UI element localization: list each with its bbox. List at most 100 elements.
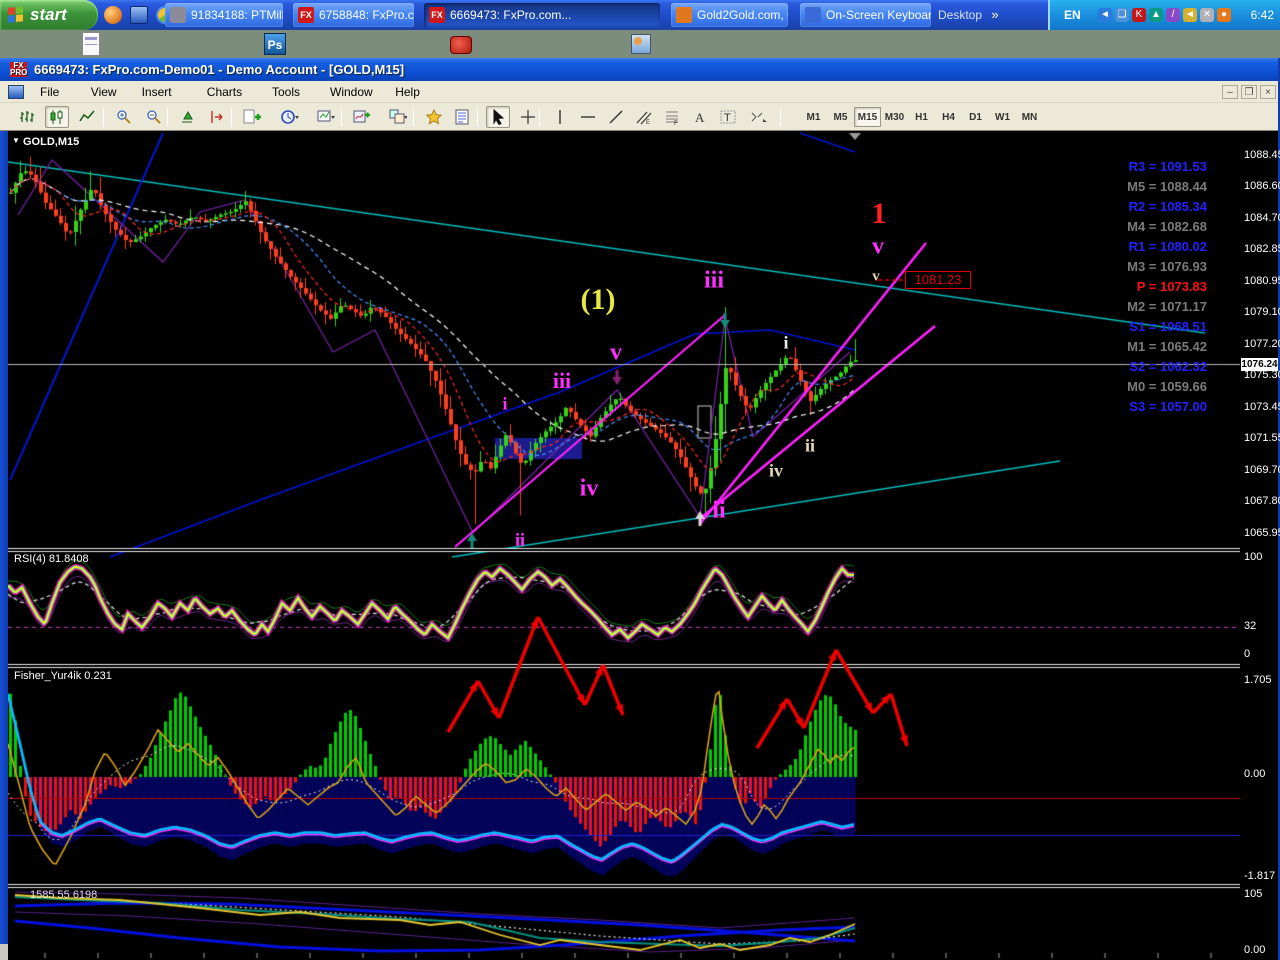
language-indicator[interactable]: EN (1064, 0, 1081, 30)
document-icon[interactable] (78, 32, 104, 58)
firewall-icon[interactable]: ● (1217, 8, 1231, 22)
wave-label-ii[interactable]: ii (515, 530, 525, 551)
antivirus-icon[interactable]: K (1132, 8, 1146, 22)
chevron-icon[interactable]: » (991, 7, 998, 22)
tv-icon[interactable] (448, 32, 474, 58)
vline-icon[interactable] (548, 106, 572, 128)
bottom-axis-tick: 0.00 (1244, 944, 1266, 956)
crosshair-icon[interactable] (516, 106, 540, 128)
taskbar-clock[interactable]: 6:42 (1251, 0, 1274, 30)
wave-label-ii[interactable]: ii (712, 498, 725, 525)
window-title-bar[interactable]: FX PRO 6669473: FxPro.com-Demo01 - Demo A… (0, 58, 1280, 136)
menu-file[interactable]: File (32, 81, 67, 103)
menu-view[interactable]: View (83, 81, 125, 103)
wave-label-i[interactable]: i (502, 394, 507, 415)
fibonacci-icon[interactable]: F (660, 106, 684, 128)
menu-help[interactable]: Help (387, 81, 428, 103)
wave-label-v[interactable]: v (872, 234, 884, 261)
label-icon[interactable]: T (716, 106, 740, 128)
wave-label-v[interactable]: v (872, 269, 880, 286)
indicators-icon[interactable] (350, 106, 374, 128)
mdi-restore-button[interactable]: ❐ (1241, 85, 1257, 99)
wave-label-ii[interactable]: ii (805, 436, 815, 457)
wave-label-iv[interactable]: iv (769, 461, 783, 482)
autoscroll-icon[interactable] (176, 106, 200, 128)
menu-insert[interactable]: Insert (134, 81, 180, 103)
price-tick: 1080.95 (1244, 275, 1280, 287)
menu-tools[interactable]: Tools (264, 81, 308, 103)
price-target-label[interactable]: 1081.23 (905, 271, 971, 289)
trendline-icon[interactable] (604, 106, 628, 128)
wave-label-v[interactable]: v (610, 340, 622, 367)
period-h4[interactable]: H4 (935, 107, 962, 127)
wave-label-1[interactable]: (1) (581, 283, 616, 317)
firefox-icon[interactable] (104, 6, 122, 24)
taskbar-task-0[interactable]: 91834188: PTMillenni... (165, 3, 283, 27)
mdi-close-button[interactable]: × (1260, 85, 1276, 99)
text-icon[interactable]: A (688, 106, 712, 128)
templates-icon[interactable] (314, 106, 338, 128)
mdi-minimize-button[interactable]: – (1222, 85, 1238, 99)
period-m15[interactable]: M15 (854, 107, 881, 127)
chart-shift-icon[interactable] (206, 106, 230, 128)
zoom-out-icon[interactable] (142, 106, 166, 128)
pivot-levels: R3 = 1091.53 M5 = 1088.44 R2 = 1085.34 M4 =… (1127, 157, 1207, 417)
period-h1[interactable]: H1 (908, 107, 935, 127)
connect-icon[interactable]: ▲ (1149, 8, 1163, 22)
wave-label-i[interactable]: i (783, 333, 788, 354)
cursor-icon[interactable] (486, 106, 510, 128)
period-mn[interactable]: MN (1016, 107, 1043, 127)
start-button[interactable]: start (0, 0, 98, 30)
wave-label-iii[interactable]: iii (553, 368, 571, 394)
taskbar-task-3[interactable]: Gold2Gold.com, Gold ... (671, 3, 788, 27)
bottom-indicator-label: 1585 55 6198 (30, 889, 98, 901)
hline-icon[interactable] (576, 106, 600, 128)
taskbar-task-1[interactable]: FX6758848: FxPro.com... (293, 3, 414, 27)
arrows-icon[interactable] (746, 106, 770, 128)
toolbar-separator (167, 108, 168, 126)
period-m5[interactable]: M5 (827, 107, 854, 127)
favorites-icon[interactable] (422, 106, 446, 128)
fisher-label: Fisher_Yur4ik 0.231 (14, 670, 112, 682)
period-m30[interactable]: M30 (881, 107, 908, 127)
network-icon[interactable]: ❑ (1115, 8, 1129, 22)
tile-windows-icon[interactable] (386, 106, 410, 128)
candlestick-icon[interactable] (45, 106, 69, 128)
period-d1[interactable]: D1 (962, 107, 989, 127)
volume-icon[interactable]: ◄ (1183, 8, 1197, 22)
resize-grip[interactable] (0, 944, 8, 960)
menu-charts[interactable]: Charts (199, 81, 250, 103)
photoshop-icon[interactable]: Ps (262, 32, 288, 58)
workstation-icon[interactable] (628, 32, 654, 58)
wave-label-1[interactable]: 1 (872, 197, 887, 231)
pivot-s3: S3 = 1057.00 (1129, 399, 1207, 414)
display-icon[interactable] (130, 6, 148, 24)
period-m1[interactable]: M1 (800, 107, 827, 127)
menu-window[interactable]: Window (322, 81, 381, 103)
taskbar-task-4[interactable]: On-Screen Keyboard (800, 3, 931, 27)
period-w1[interactable]: W1 (989, 107, 1016, 127)
chevron-down-icon[interactable]: ▼ (12, 136, 20, 145)
symbol-label[interactable]: ▼ GOLD,M15 (12, 136, 79, 148)
chart-menu-icon[interactable] (8, 85, 24, 99)
desktop-toolbar[interactable]: Desktop » (938, 0, 999, 30)
channel-icon[interactable]: E (632, 106, 656, 128)
data-window-icon[interactable] (450, 106, 474, 128)
barchart-icon[interactable] (15, 106, 39, 128)
desktop[interactable]: Ps (0, 30, 1280, 58)
new-order-icon[interactable] (240, 106, 264, 128)
zoom-in-icon[interactable] (112, 106, 136, 128)
taskbar-task-2[interactable]: FX 6669473: FxPro.com... (424, 3, 660, 27)
pivot-m4: M4 = 1082.68 (1127, 219, 1207, 234)
wave-label-iv[interactable]: iv (580, 476, 599, 503)
chart-canvas[interactable] (8, 131, 1240, 960)
pen-icon[interactable]: / (1166, 8, 1180, 22)
back-arrow-icon[interactable]: ◄ (1098, 8, 1112, 22)
wave-label-iii[interactable]: iii (704, 268, 724, 295)
price-tick: 1084.70 (1244, 212, 1280, 224)
volume-mute-icon[interactable]: ✕ (1200, 8, 1214, 22)
fisher-axis-tick: 0.00 (1244, 768, 1266, 780)
current-price-box: 1076.24 (1241, 358, 1278, 371)
periods-icon[interactable] (278, 106, 302, 128)
linechart-icon[interactable] (75, 106, 99, 128)
